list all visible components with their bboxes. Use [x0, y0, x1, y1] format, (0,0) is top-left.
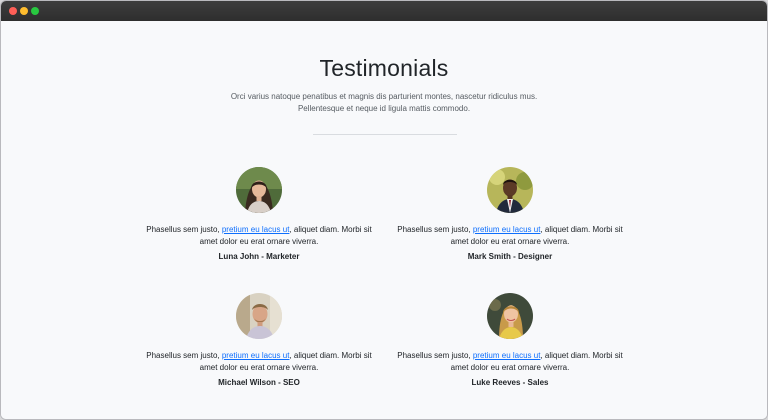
testimonial-quote: Phasellus sem justo, pretium eu lacus ut…: [139, 224, 379, 247]
testimonial-author: Luna John - Marketer: [218, 252, 300, 261]
page-subtitle: Orci varius natoque penatibus et magnis …: [1, 91, 767, 114]
page-title: Testimonials: [319, 55, 449, 81]
quote-link[interactable]: pretium eu lacus ut: [473, 351, 541, 360]
zoom-window-icon[interactable]: [31, 7, 39, 15]
avatar: [487, 293, 533, 339]
testimonial-author: Luke Reeves - Sales: [471, 378, 549, 387]
quote-link[interactable]: pretium eu lacus ut: [222, 225, 290, 234]
testimonial-quote: Phasellus sem justo, pretium eu lacus ut…: [139, 350, 379, 373]
quote-text: Phasellus sem justo,: [146, 351, 222, 360]
testimonial-quote: Phasellus sem justo, pretium eu lacus ut…: [390, 224, 630, 247]
avatar: [236, 167, 282, 213]
testimonial-card: Phasellus sem justo, pretium eu lacus ut…: [139, 167, 379, 261]
avatar: [487, 167, 533, 213]
quote-link[interactable]: pretium eu lacus ut: [222, 351, 290, 360]
quote-link[interactable]: pretium eu lacus ut: [473, 225, 541, 234]
subtitle-line: Orci varius natoque penatibus et magnis …: [230, 92, 538, 101]
quote-text: Phasellus sem justo,: [146, 225, 222, 234]
testimonial-card: Phasellus sem justo, pretium eu lacus ut…: [390, 167, 630, 261]
quote-text: Phasellus sem justo,: [397, 351, 473, 360]
testimonial-author: Mark Smith - Designer: [467, 252, 553, 261]
subtitle-line: Pellentesque et neque id ligula mattis c…: [297, 103, 471, 113]
window-titlebar: [1, 1, 767, 21]
testimonials-section: Testimonials Orci varius natoque penatib…: [1, 21, 767, 419]
section-divider: [313, 134, 457, 135]
testimonial-card: Phasellus sem justo, pretium eu lacus ut…: [390, 293, 630, 387]
close-window-icon[interactable]: [9, 7, 17, 15]
testimonial-author: Michael Wilson - SEO: [218, 378, 300, 387]
browser-window: Testimonials Orci varius natoque penatib…: [0, 0, 768, 420]
minimize-window-icon[interactable]: [20, 7, 28, 15]
testimonial-card: Phasellus sem justo, pretium eu lacus ut…: [139, 293, 379, 387]
quote-text: Phasellus sem justo,: [397, 225, 473, 234]
testimonial-quote: Phasellus sem justo, pretium eu lacus ut…: [390, 350, 630, 373]
avatar: [236, 293, 282, 339]
